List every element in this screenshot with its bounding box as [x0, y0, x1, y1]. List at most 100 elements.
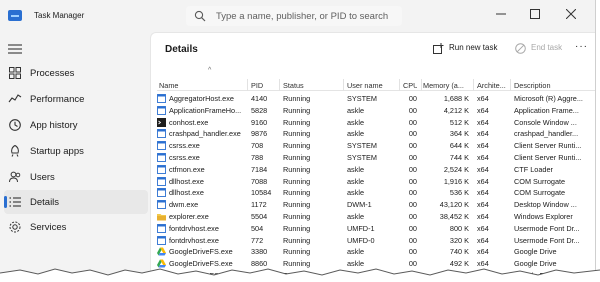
- column-header-memory[interactable]: Memory (a...: [423, 81, 469, 90]
- process-status: Running: [283, 129, 311, 139]
- process-description: CTF Loader: [514, 164, 553, 174]
- sidebar-item-app-history[interactable]: App history: [4, 113, 148, 137]
- process-cpu: 00: [408, 200, 417, 210]
- details-icon: [9, 197, 21, 207]
- column-header-description[interactable]: Description: [514, 81, 595, 90]
- sidebar-item-processes[interactable]: Processes: [4, 61, 148, 85]
- column-header-pid[interactable]: PID: [251, 81, 281, 90]
- table-row[interactable]: GoogleDriveFS.exe 3380 Running askle 00 740 K…: [157, 246, 595, 258]
- sidebar-item-services[interactable]: Services: [4, 215, 148, 239]
- process-cpu: 00: [408, 105, 417, 115]
- search-box[interactable]: Type a name, publisher, or PID to search: [186, 6, 402, 26]
- column-separator[interactable]: [510, 79, 511, 91]
- process-cpu: 00: [408, 152, 417, 162]
- column-header-status[interactable]: Status: [283, 81, 343, 90]
- sidebar-item-label: App history: [30, 120, 78, 131]
- column-header-cpu[interactable]: CPU: [403, 81, 417, 90]
- process-status: Running: [283, 223, 311, 233]
- process-description: Usermode Font Dr...: [514, 235, 580, 245]
- maximize-button[interactable]: [522, 6, 548, 22]
- process-status: Running: [283, 164, 311, 174]
- process-description: Client Server Runti...: [514, 152, 582, 162]
- sidebar-item-startup-apps[interactable]: Startup apps: [4, 139, 148, 163]
- sidebar-item-label: Details: [30, 197, 60, 208]
- details-panel: Details Run new task End task ··· ^ Name: [150, 32, 595, 276]
- column-separator[interactable]: [247, 79, 248, 91]
- sidebar-item-performance[interactable]: Performance: [4, 87, 148, 111]
- process-user: askle: [347, 105, 365, 115]
- process-pid: 1172: [251, 200, 267, 210]
- table-row[interactable]: fontdrvhost.exe 772 Running UMFD-0 00 320 K x6…: [157, 235, 595, 247]
- process-name: crashpad_handler.exe: [169, 129, 241, 139]
- search-input[interactable]: Type a name, publisher, or PID to search: [216, 11, 388, 22]
- task-manager-window: Task Manager Type a name, publisher, or …: [0, 0, 596, 276]
- table-row[interactable]: dllhost.exe 7088 Running askle 00 1,916 K x64 C…: [157, 176, 595, 188]
- users-icon: [9, 171, 21, 183]
- process-user: askle: [347, 117, 365, 127]
- title-bar: Task Manager Type a name, publisher, or …: [0, 0, 595, 32]
- torn-edge: [0, 268, 600, 282]
- process-name: explorer.exe: [169, 211, 209, 221]
- window-icon: [157, 200, 166, 210]
- sidebar: Processes Performance App history Startu…: [0, 32, 150, 276]
- process-memory: 43,120 K: [439, 200, 469, 210]
- process-user: askle: [347, 188, 365, 198]
- process-architecture: x64: [477, 176, 489, 186]
- column-header-user-name[interactable]: User name: [347, 81, 401, 90]
- table-row[interactable]: fontdrvhost.exe 504 Running UMFD-1 00 800 K x6…: [157, 223, 595, 235]
- process-architecture: x64: [477, 105, 489, 115]
- process-status: Running: [283, 94, 311, 103]
- process-memory: 644 K: [449, 141, 469, 151]
- process-architecture: x64: [477, 247, 489, 257]
- process-name: ApplicationFrameHo...: [169, 105, 242, 115]
- sidebar-item-label: Services: [30, 222, 67, 233]
- process-user: SYSTEM: [347, 152, 378, 162]
- sidebar-item-details[interactable]: Details: [4, 190, 148, 214]
- process-user: askle: [347, 176, 365, 186]
- column-separator[interactable]: [399, 79, 400, 91]
- table-row[interactable]: dwm.exe 1172 Running DWM-1 00 43,120 K x64 Desk…: [157, 199, 595, 211]
- process-user: askle: [347, 247, 365, 257]
- startup-apps-icon: [11, 144, 19, 157]
- column-separator[interactable]: [473, 79, 474, 91]
- minimize-button[interactable]: [488, 6, 514, 22]
- window-icon: [157, 94, 166, 103]
- table-row[interactable]: csrss.exe 788 Running SYSTEM 00 744 K x64 Clien…: [157, 152, 595, 164]
- process-status: Running: [283, 152, 311, 162]
- table-row[interactable]: csrss.exe 708 Running SYSTEM 00 644 K x64 Clien…: [157, 140, 595, 152]
- column-separator[interactable]: [343, 79, 344, 91]
- process-pid: 9160: [251, 117, 268, 127]
- page-title: Details: [165, 44, 198, 55]
- hamburger-menu-icon[interactable]: [8, 44, 22, 54]
- more-options-button[interactable]: ···: [575, 42, 589, 53]
- table-row[interactable]: dllhost.exe 10584 Running askle 00 536 K x64 CO…: [157, 187, 595, 199]
- column-separator[interactable]: [279, 79, 280, 91]
- process-description: Console Window ...: [514, 117, 577, 127]
- process-description: Client Server Runti...: [514, 141, 582, 151]
- services-icon: [9, 221, 21, 233]
- column-header-architecture[interactable]: Archite...: [477, 81, 507, 90]
- process-name: dwm.exe: [169, 200, 199, 210]
- table-row[interactable]: ApplicationFrameHo... 5828 Running askle 00 4…: [157, 105, 595, 117]
- process-architecture: x64: [477, 223, 489, 233]
- table-row[interactable]: ctfmon.exe 7184 Running askle 00 2,524 K x64 CT…: [157, 164, 595, 176]
- sidebar-item-users[interactable]: Users: [4, 165, 148, 189]
- table-row[interactable]: conhost.exe 9160 Running askle 00 512 K x64 Con…: [157, 117, 595, 129]
- process-status: Running: [283, 235, 311, 245]
- process-architecture: x64: [477, 141, 489, 151]
- process-memory: 744 K: [449, 152, 469, 162]
- process-status: Running: [283, 105, 311, 115]
- column-header-name[interactable]: Name: [159, 81, 239, 90]
- process-name: ctfmon.exe: [169, 164, 205, 174]
- close-button[interactable]: [558, 6, 584, 22]
- table-row[interactable]: AggregatorHost.exe 4140 Running SYSTEM 00 1,6…: [157, 93, 595, 105]
- window-icon: [157, 176, 166, 186]
- process-name: fontdrvhost.exe: [169, 235, 219, 245]
- column-separator[interactable]: [421, 79, 422, 91]
- process-status: Running: [283, 247, 311, 257]
- table-row[interactable]: explorer.exe 5504 Running askle 00 38,452 K x6…: [157, 211, 595, 223]
- table-row[interactable]: crashpad_handler.exe 9876 Running askle 00 36…: [157, 128, 595, 140]
- close-icon: [566, 9, 576, 19]
- process-description: Application Frame...: [514, 105, 579, 115]
- performance-icon: [8, 94, 22, 103]
